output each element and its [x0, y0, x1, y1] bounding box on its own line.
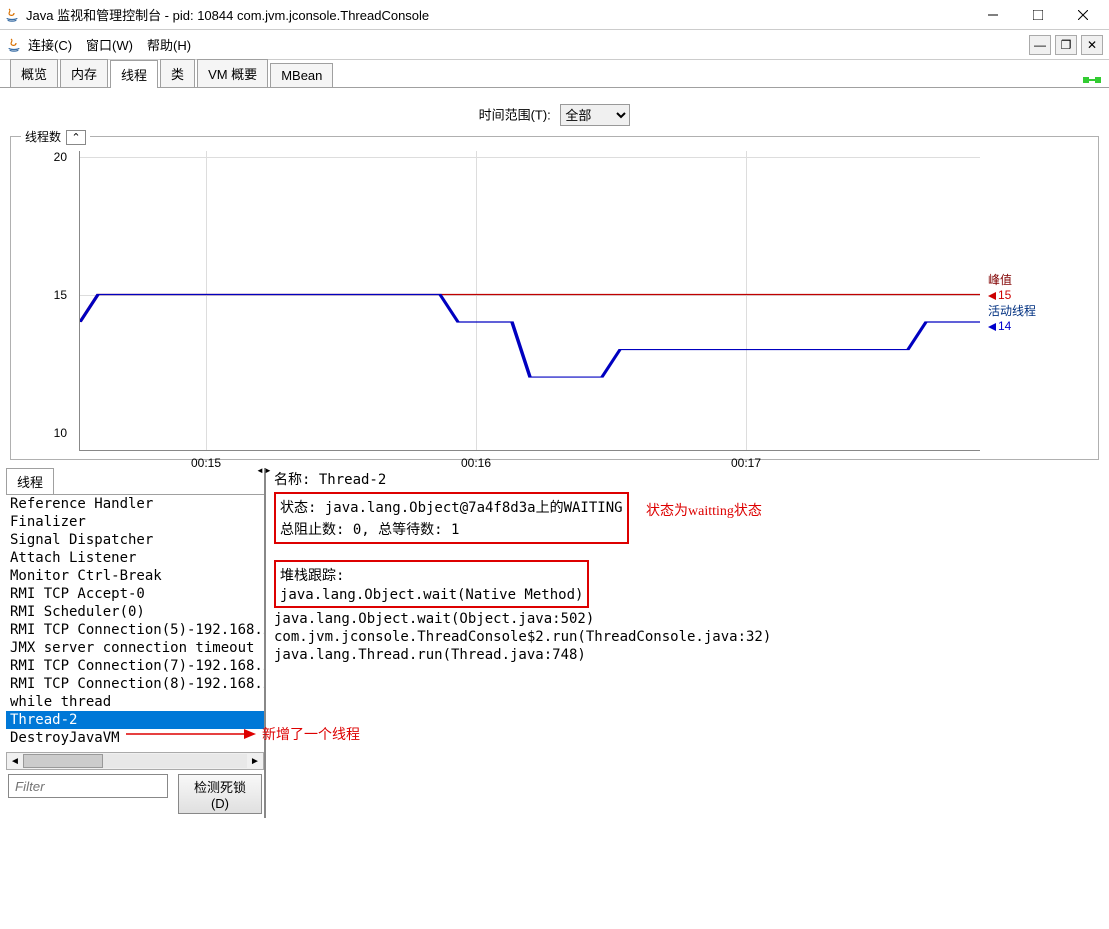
scroll-left-button[interactable]: ◄ [7, 753, 23, 769]
chart-panel-title: 线程数 [25, 130, 61, 144]
detect-deadlock-button[interactable]: 检测死锁(D) [178, 774, 262, 814]
thread-list-item[interactable]: Monitor Ctrl-Break [6, 567, 264, 585]
thread-list-item[interactable]: while thread [6, 693, 264, 711]
close-button[interactable] [1060, 1, 1105, 29]
annotation-state: 状态为waitting状态 [646, 500, 762, 520]
tab-classes[interactable]: 类 [160, 59, 195, 87]
thread-list-item[interactable]: RMI TCP Connection(7)-192.168.2 [6, 657, 264, 675]
stack-highlight-box: 堆栈跟踪: java.lang.Object.wait(Native Metho… [274, 560, 589, 608]
thread-list-item[interactable]: Attach Listener [6, 549, 264, 567]
legend-peak-label: 峰值 [988, 271, 1036, 288]
thread-list[interactable]: Reference HandlerFinalizerSignal Dispatc… [6, 495, 264, 752]
thread-list-hscroll[interactable]: ◄ ► [6, 752, 264, 770]
stack-header: 堆栈跟踪: [280, 564, 583, 586]
stack-line: java.lang.Object.wait(Native Method) [280, 586, 583, 604]
chart-collapse-button[interactable]: ⌃ [66, 130, 85, 145]
menu-help[interactable]: 帮助(H) [147, 35, 191, 54]
thread-list-item[interactable]: RMI TCP Accept-0 [6, 585, 264, 603]
java-icon [4, 7, 20, 23]
chart-plot-area: 00:15 00:16 00:17 [79, 151, 980, 451]
scroll-right-button[interactable]: ► [247, 753, 263, 769]
thread-blocked-line: 总阻止数: 0, 总等待数: 1 [280, 518, 623, 540]
annotation-new-thread: 新增了一个线程 [126, 724, 426, 744]
thread-list-item[interactable]: Finalizer [6, 513, 264, 531]
inner-minimize-button[interactable]: — [1029, 35, 1051, 55]
thread-list-item[interactable]: JMX server connection timeout 1 [6, 639, 264, 657]
thread-list-item[interactable]: Signal Dispatcher [6, 531, 264, 549]
legend-live-label: 活动线程 [988, 302, 1036, 319]
time-range-label: 时间范围(T): [479, 108, 551, 123]
tab-bar: 概览 内存 线程 类 VM 概要 MBean [0, 60, 1109, 88]
thread-list-item[interactable]: Reference Handler [6, 495, 264, 513]
y-tick: 20 [54, 150, 67, 164]
thread-count-chart-panel: 线程数 ⌃ 20 15 10 00:15 [10, 136, 1099, 460]
thread-list-item[interactable]: RMI Scheduler(0) [6, 603, 264, 621]
menu-bar: 连接(C) 窗口(W) 帮助(H) — ❐ ✕ [0, 30, 1109, 60]
scroll-thumb[interactable] [23, 754, 103, 768]
connection-status-icon [1083, 73, 1101, 87]
stack-line: com.jvm.jconsole.ThreadConsole$2.run(Thr… [274, 628, 1095, 646]
chart-svg [80, 151, 980, 450]
tab-threads[interactable]: 线程 [110, 60, 158, 88]
y-tick: 10 [54, 426, 67, 440]
inner-close-button[interactable]: ✕ [1081, 35, 1103, 55]
menu-window[interactable]: 窗口(W) [86, 35, 133, 54]
tab-mbean[interactable]: MBean [270, 63, 333, 87]
maximize-button[interactable] [1015, 1, 1060, 29]
thread-list-tab[interactable]: 线程 [6, 468, 54, 494]
java-icon-small [6, 37, 22, 53]
tab-vm[interactable]: VM 概要 [197, 59, 268, 87]
window-title: Java 监视和管理控制台 - pid: 10844 com.jvm.jcons… [26, 5, 970, 24]
thread-list-item[interactable]: RMI TCP Connection(8)-192.168.2 [6, 675, 264, 693]
state-highlight-box: 状态: java.lang.Object@7a4f8d3a上的WAITING 总… [274, 492, 629, 544]
thread-list-item[interactable]: RMI TCP Connection(5)-192.168.2 [6, 621, 264, 639]
thread-state-line: 状态: java.lang.Object@7a4f8d3a上的WAITING [280, 496, 623, 518]
thread-filter-input[interactable] [8, 774, 168, 798]
stack-line: java.lang.Object.wait(Object.java:502) [274, 610, 1095, 628]
chart-y-axis: 20 15 10 [19, 151, 79, 451]
arrow-right-icon [126, 727, 256, 741]
time-range-select[interactable]: 全部 [560, 104, 630, 126]
menu-connect[interactable]: 连接(C) [28, 35, 72, 54]
thread-name-line: 名称: Thread-2 [274, 468, 1095, 490]
thread-list-panel: 线程 Reference HandlerFinalizerSignal Disp… [6, 468, 266, 818]
tab-memory[interactable]: 内存 [60, 59, 108, 87]
chart-legend: 峰值 15 活动线程 14 [980, 151, 1090, 451]
inner-restore-button[interactable]: ❐ [1055, 35, 1077, 55]
thread-detail-panel: 名称: Thread-2 状态: java.lang.Object@7a4f8d… [266, 468, 1103, 818]
time-range-row: 时间范围(T): 全部 [6, 94, 1103, 132]
y-tick: 15 [54, 288, 67, 302]
title-bar: Java 监视和管理控制台 - pid: 10844 com.jvm.jcons… [0, 0, 1109, 30]
stack-line: java.lang.Thread.run(Thread.java:748) [274, 646, 1095, 664]
tab-overview[interactable]: 概览 [10, 59, 58, 87]
minimize-button[interactable] [970, 1, 1015, 29]
legend-peak-value: 15 [998, 288, 1011, 302]
legend-live-value: 14 [998, 319, 1011, 333]
